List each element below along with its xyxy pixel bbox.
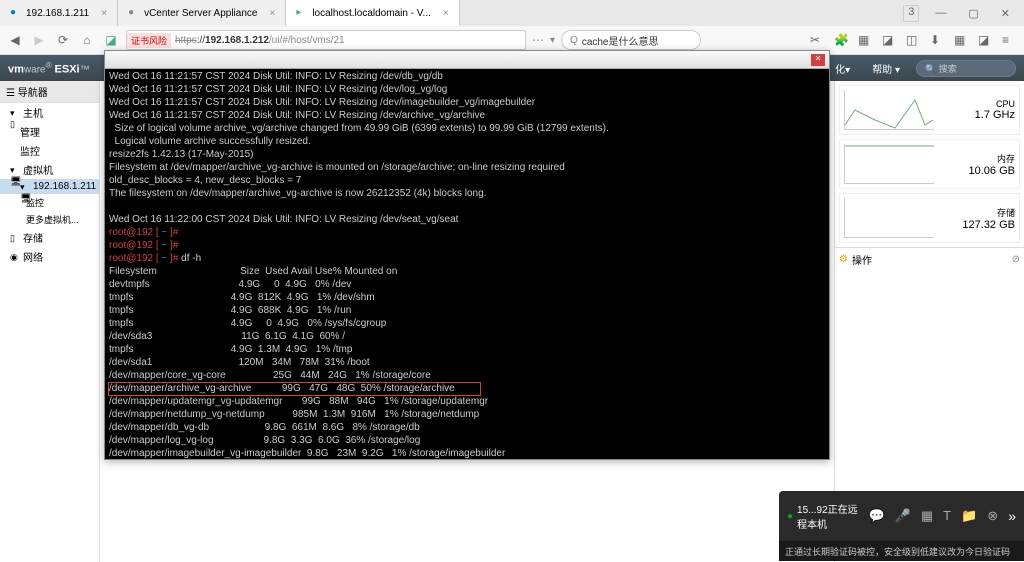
connected-icon: ● <box>787 511 793 522</box>
terminal-output[interactable]: Wed Oct 16 11:21:57 CST 2024 Disk Util: … <box>105 69 829 459</box>
collapse-icon[interactable]: ⊘ <box>1012 254 1020 265</box>
expand-icon[interactable]: » <box>1008 508 1016 524</box>
tree-vm-monitor[interactable]: 监控 <box>0 194 99 211</box>
extension-icon[interactable]: ◪ <box>978 32 994 48</box>
tree-network[interactable]: ◉网络 <box>0 247 99 266</box>
tab-title: 192.168.1.211 <box>26 8 89 19</box>
close-icon[interactable]: × <box>269 8 275 19</box>
esxi-search-input[interactable]: 🔍 搜索 <box>916 60 1016 77</box>
tab-title: vCenter Server Appliance <box>144 8 257 19</box>
vm-icon: ▾ 🖥 <box>20 182 30 192</box>
download-icon[interactable]: ⬇ <box>930 32 946 48</box>
stats-panel: CPU1.7 GHz 内存10.06 GB 存储127.32 GB ⚙ 操作 ⊘ <box>834 81 1024 562</box>
esxi-menu-item[interactable]: 化▾ <box>829 59 856 78</box>
window-count-badge[interactable]: 3 <box>903 5 919 22</box>
browser-tab[interactable]: ● 192.168.1.211 × <box>0 0 118 26</box>
mem-sparkline: 内存10.06 GB <box>839 139 1020 189</box>
remote-status-label: ● 15...92正在远程本机 <box>787 501 858 531</box>
more-icon[interactable]: ⋯ <box>532 33 544 47</box>
highlighted-row: /dev/mapper/archive_vg-archive 99G 47G 4… <box>108 382 481 396</box>
tree-monitor[interactable]: 监控 <box>0 141 99 160</box>
tab-icon: ● <box>10 7 22 19</box>
refresh-icon[interactable]: ⟳ <box>54 31 72 49</box>
console-window: ✕ Wed Oct 16 11:21:57 CST 2024 Disk Util… <box>104 50 830 460</box>
forward-icon[interactable]: ▶ <box>30 31 48 49</box>
search-icon: Q <box>570 35 578 46</box>
gear-icon: ⚙ <box>839 254 848 265</box>
cpu-sparkline: CPU1.7 GHz <box>839 85 1020 135</box>
extension-icon[interactable]: ▦ <box>858 32 874 48</box>
search-input[interactable]: Q cache是什么意思 <box>561 30 701 50</box>
chat-icon[interactable]: 💬 <box>868 508 884 524</box>
puzzle-icon[interactable]: 🧩 <box>834 32 850 48</box>
mic-icon[interactable]: 🎤 <box>895 508 911 524</box>
navigator-header: ☰ 导航器 <box>0 81 99 103</box>
close-icon[interactable]: × <box>101 8 107 19</box>
extension-icon[interactable]: ◪ <box>882 32 898 48</box>
tree-more-vms[interactable]: 更多虚拟机... <box>0 211 99 228</box>
shield-icon[interactable]: ◪ <box>102 31 120 49</box>
host-icon: ▾ ▯ <box>10 108 20 118</box>
navigator-panel: ☰ 导航器 ▾ ▯主机 管理 监控 ▾ 🖥虚拟机 ▾ 🖥192.168.1.21… <box>0 81 100 562</box>
cert-warning-badge[interactable]: 证书风险 <box>127 33 171 48</box>
browser-tab-bar: ● 192.168.1.211 × ● vCenter Server Appli… <box>0 0 1024 26</box>
close-icon[interactable]: ✕ <box>995 5 1016 22</box>
chevron-down-icon[interactable]: ▾ <box>550 35 555 46</box>
url-text: https://192.168.1.212/ui/#/host/vms/21 <box>171 35 349 46</box>
disk-sparkline: 存储127.32 GB <box>839 193 1020 243</box>
remote-control-toolbar: ● 15...92正在远程本机 💬 🎤 ▦ T 📁 ⊗ » <box>779 491 1024 541</box>
vm-icon: ▾ 🖥 <box>10 165 20 175</box>
extension-icon[interactable]: ◫ <box>906 32 922 48</box>
network-icon: ◉ <box>10 252 20 262</box>
tree-vms[interactable]: ▾ 🖥虚拟机 <box>0 160 99 179</box>
tab-icon: ▸ <box>296 7 308 19</box>
tree-storage[interactable]: ▯存储 <box>0 228 99 247</box>
extension-icon[interactable]: ▦ <box>954 32 970 48</box>
remote-status-bar: 正通过长期验证码被控，安全级别低建议改为今日验证码 <box>779 541 1024 561</box>
console-titlebar[interactable]: ✕ <box>105 51 829 69</box>
home-icon[interactable]: ⌂ <box>78 31 96 49</box>
storage-icon: ▯ <box>10 233 20 243</box>
browser-tab[interactable]: ▸ localhost.localdomain - V... × <box>286 0 459 26</box>
url-bar[interactable]: 证书风险 https://192.168.1.212/ui/#/host/vms… <box>126 30 526 50</box>
menu-icon[interactable]: ≡ <box>1002 32 1018 48</box>
action-bar[interactable]: ⚙ 操作 ⊘ <box>835 247 1024 271</box>
minimize-icon[interactable]: — <box>929 5 952 22</box>
tab-icon: ● <box>128 7 140 19</box>
disconnect-icon[interactable]: ⊗ <box>987 508 998 524</box>
tree-host[interactable]: ▾ ▯主机 <box>0 103 99 122</box>
folder-icon[interactable]: 📁 <box>961 508 977 524</box>
back-icon[interactable]: ◀ <box>6 31 24 49</box>
scissors-icon[interactable]: ✂ <box>810 32 826 48</box>
help-button[interactable]: 帮助 ▾ <box>866 59 906 78</box>
maximize-icon[interactable]: ▢ <box>962 5 984 22</box>
close-icon[interactable]: × <box>443 8 449 19</box>
tab-title: localhost.localdomain - V... <box>312 8 431 19</box>
screen-icon[interactable]: ▦ <box>921 508 933 524</box>
close-icon[interactable]: ✕ <box>811 54 825 66</box>
browser-tab[interactable]: ● vCenter Server Appliance × <box>118 0 286 26</box>
vmware-logo: vmware® ESXi™ <box>8 60 90 75</box>
text-icon[interactable]: T <box>943 508 951 524</box>
